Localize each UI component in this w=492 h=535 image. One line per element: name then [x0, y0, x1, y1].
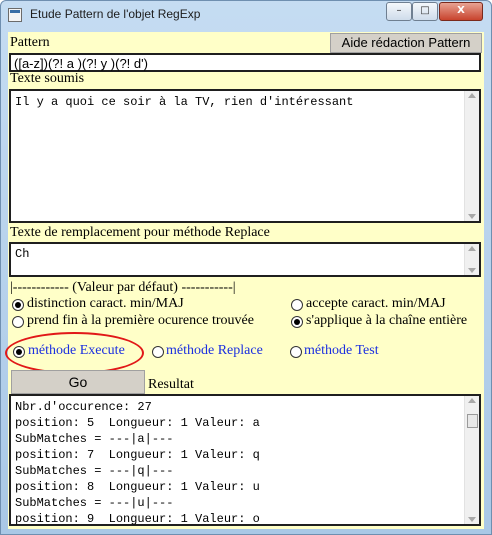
subject-label: Texte soumis	[10, 71, 85, 86]
result-line: position: 5 Longueur: 1 Valeur: a	[15, 416, 260, 430]
pattern-help-button[interactable]: Aide rédaction Pattern	[330, 33, 482, 53]
app-window: Etude Pattern de l'objet RegExp – □ X Pa…	[0, 0, 492, 535]
result-line: position: 7 Longueur: 1 Valeur: q	[15, 448, 260, 462]
window-title: Etude Pattern de l'objet RegExp	[30, 7, 201, 21]
case-insensitive-radio[interactable]	[291, 299, 303, 311]
default-values-header: |------------ (Valeur par défaut) ------…	[10, 280, 236, 295]
first-occurrence-label[interactable]: prend fin à la première ocurence trouvée	[27, 313, 254, 329]
result-scroll-thumb[interactable]	[467, 414, 478, 428]
replace-label: Texte de remplacement pour méthode Repla…	[10, 225, 270, 240]
global-label[interactable]: s'applique à la chaîne entière	[306, 313, 467, 329]
result-line: position: 8 Longueur: 1 Valeur: u	[15, 480, 260, 494]
result-scrollbar[interactable]	[464, 396, 479, 524]
result-line: position: 9 Longueur: 1 Valeur: o	[15, 512, 260, 526]
title-bar[interactable]: Etude Pattern de l'objet RegExp – □ X	[1, 1, 491, 29]
case-sensitive-label[interactable]: distinction caract. min/MAJ	[27, 296, 184, 312]
subject-textarea[interactable]: Il y a quoi ce soir à la TV, rien d'inté…	[9, 89, 481, 223]
replace-scrollbar[interactable]	[464, 244, 479, 275]
scroll-down-icon[interactable]	[468, 268, 476, 273]
window-icon	[8, 8, 22, 22]
scroll-down-icon[interactable]	[468, 517, 476, 522]
method-replace-radio[interactable]	[152, 346, 164, 358]
result-lines: Nbr.d'occurence: 27 position: 5 Longueur…	[15, 399, 463, 527]
method-test-label[interactable]: méthode Test	[304, 343, 379, 359]
pattern-input[interactable]	[11, 56, 479, 71]
replace-text: Ch	[15, 247, 30, 261]
maximize-button[interactable]: □	[412, 2, 438, 21]
result-textarea[interactable]: Nbr.d'occurence: 27 position: 5 Longueur…	[9, 394, 481, 526]
case-insensitive-label[interactable]: accepte caract. min/MAJ	[306, 296, 446, 312]
form-panel: Pattern Aide rédaction Pattern Texte sou…	[5, 32, 484, 529]
replace-textarea[interactable]: Ch	[9, 242, 481, 277]
result-line: SubMatches = ---|u|---	[15, 496, 174, 510]
result-line: SubMatches = ---|a|---	[15, 432, 174, 446]
go-button[interactable]: Go	[11, 370, 145, 394]
pattern-label: Pattern	[10, 35, 50, 50]
case-sensitive-radio[interactable]	[12, 299, 24, 311]
scroll-up-icon[interactable]	[468, 398, 476, 403]
scroll-up-icon[interactable]	[468, 246, 476, 251]
global-radio[interactable]	[291, 316, 303, 328]
first-occurrence-radio[interactable]	[12, 316, 24, 328]
result-label: Resultat	[148, 377, 194, 392]
annotation-circle	[5, 332, 144, 374]
scroll-up-icon[interactable]	[468, 93, 476, 98]
close-button[interactable]: X	[439, 2, 483, 21]
pattern-field[interactable]	[9, 53, 481, 72]
result-line: Nbr.d'occurence: 27	[15, 400, 152, 414]
method-test-radio[interactable]	[290, 346, 302, 358]
subject-text: Il y a quoi ce soir à la TV, rien d'inté…	[15, 95, 354, 109]
scroll-down-icon[interactable]	[468, 214, 476, 219]
result-line: SubMatches = ---|q|---	[15, 464, 174, 478]
method-replace-label[interactable]: méthode Replace	[166, 343, 263, 359]
subject-scrollbar[interactable]	[464, 91, 479, 221]
minimize-button[interactable]: –	[386, 2, 412, 21]
